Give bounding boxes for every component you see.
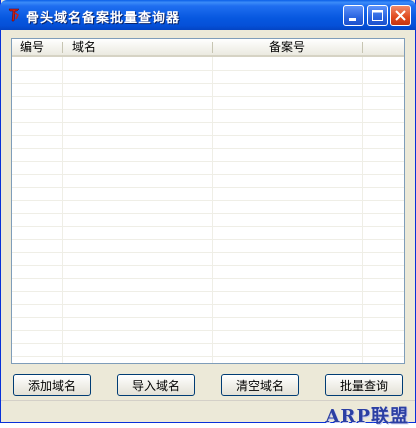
column-header-number[interactable]: 编号 — [20, 39, 60, 55]
grid-row-line — [12, 330, 404, 331]
grid-row-line — [12, 174, 404, 175]
maximize-button[interactable] — [367, 5, 388, 26]
app-window: 骨头域名备案批量查询器 编号 域名 备案号 添加域名 导入域名 清空域名 批量查… — [0, 0, 416, 427]
maximize-icon — [372, 10, 383, 21]
grid-row-line — [12, 96, 404, 97]
grid-row-line — [12, 70, 404, 71]
add-domain-button[interactable]: 添加域名 — [13, 374, 91, 396]
grid-row-line — [12, 122, 404, 123]
grid-column-line — [62, 57, 63, 363]
import-domain-button[interactable]: 导入域名 — [117, 374, 195, 396]
grid-row-line — [12, 135, 404, 136]
title-bar[interactable]: 骨头域名备案批量查询器 — [0, 0, 416, 30]
minimize-button[interactable] — [343, 5, 364, 26]
grid-row-line — [12, 161, 404, 162]
grid-row-line — [12, 83, 404, 84]
grid-row-line — [12, 317, 404, 318]
minimize-icon — [349, 18, 356, 21]
batch-query-button[interactable]: 批量查询 — [325, 374, 403, 396]
close-icon — [395, 10, 406, 21]
grid-row-line — [12, 291, 404, 292]
column-header-domain[interactable]: 域名 — [72, 39, 212, 55]
grid-row-line — [12, 278, 404, 279]
grid-row-line — [12, 304, 404, 305]
clear-domain-button[interactable]: 清空域名 — [221, 374, 299, 396]
status-bar: ARP联盟 — [1, 400, 415, 427]
grid-row-line — [12, 109, 404, 110]
grid-row-line — [12, 343, 404, 344]
grid-column-line — [212, 57, 213, 363]
grid-row-line — [12, 213, 404, 214]
column-separator[interactable] — [62, 42, 63, 53]
app-icon[interactable] — [6, 7, 22, 23]
list-rows — [12, 57, 404, 363]
grid-row-line — [12, 226, 404, 227]
grid-row-line — [12, 252, 404, 253]
arp-watermark: ARP联盟 — [325, 406, 409, 427]
grid-row-line — [12, 187, 404, 188]
close-button[interactable] — [390, 5, 411, 26]
grid-column-line — [362, 57, 363, 363]
column-header-record-number[interactable]: 备案号 — [212, 39, 362, 55]
grid-row-line — [12, 356, 404, 357]
list-header: 编号 域名 备案号 — [12, 39, 404, 57]
domain-list[interactable]: 编号 域名 备案号 — [11, 38, 405, 364]
grid-row-line — [12, 148, 404, 149]
grid-row-line — [12, 239, 404, 240]
window-title: 骨头域名备案批量查询器 — [26, 11, 181, 26]
grid-row-line — [12, 200, 404, 201]
grid-row-line — [12, 265, 404, 266]
column-separator[interactable] — [362, 42, 363, 53]
